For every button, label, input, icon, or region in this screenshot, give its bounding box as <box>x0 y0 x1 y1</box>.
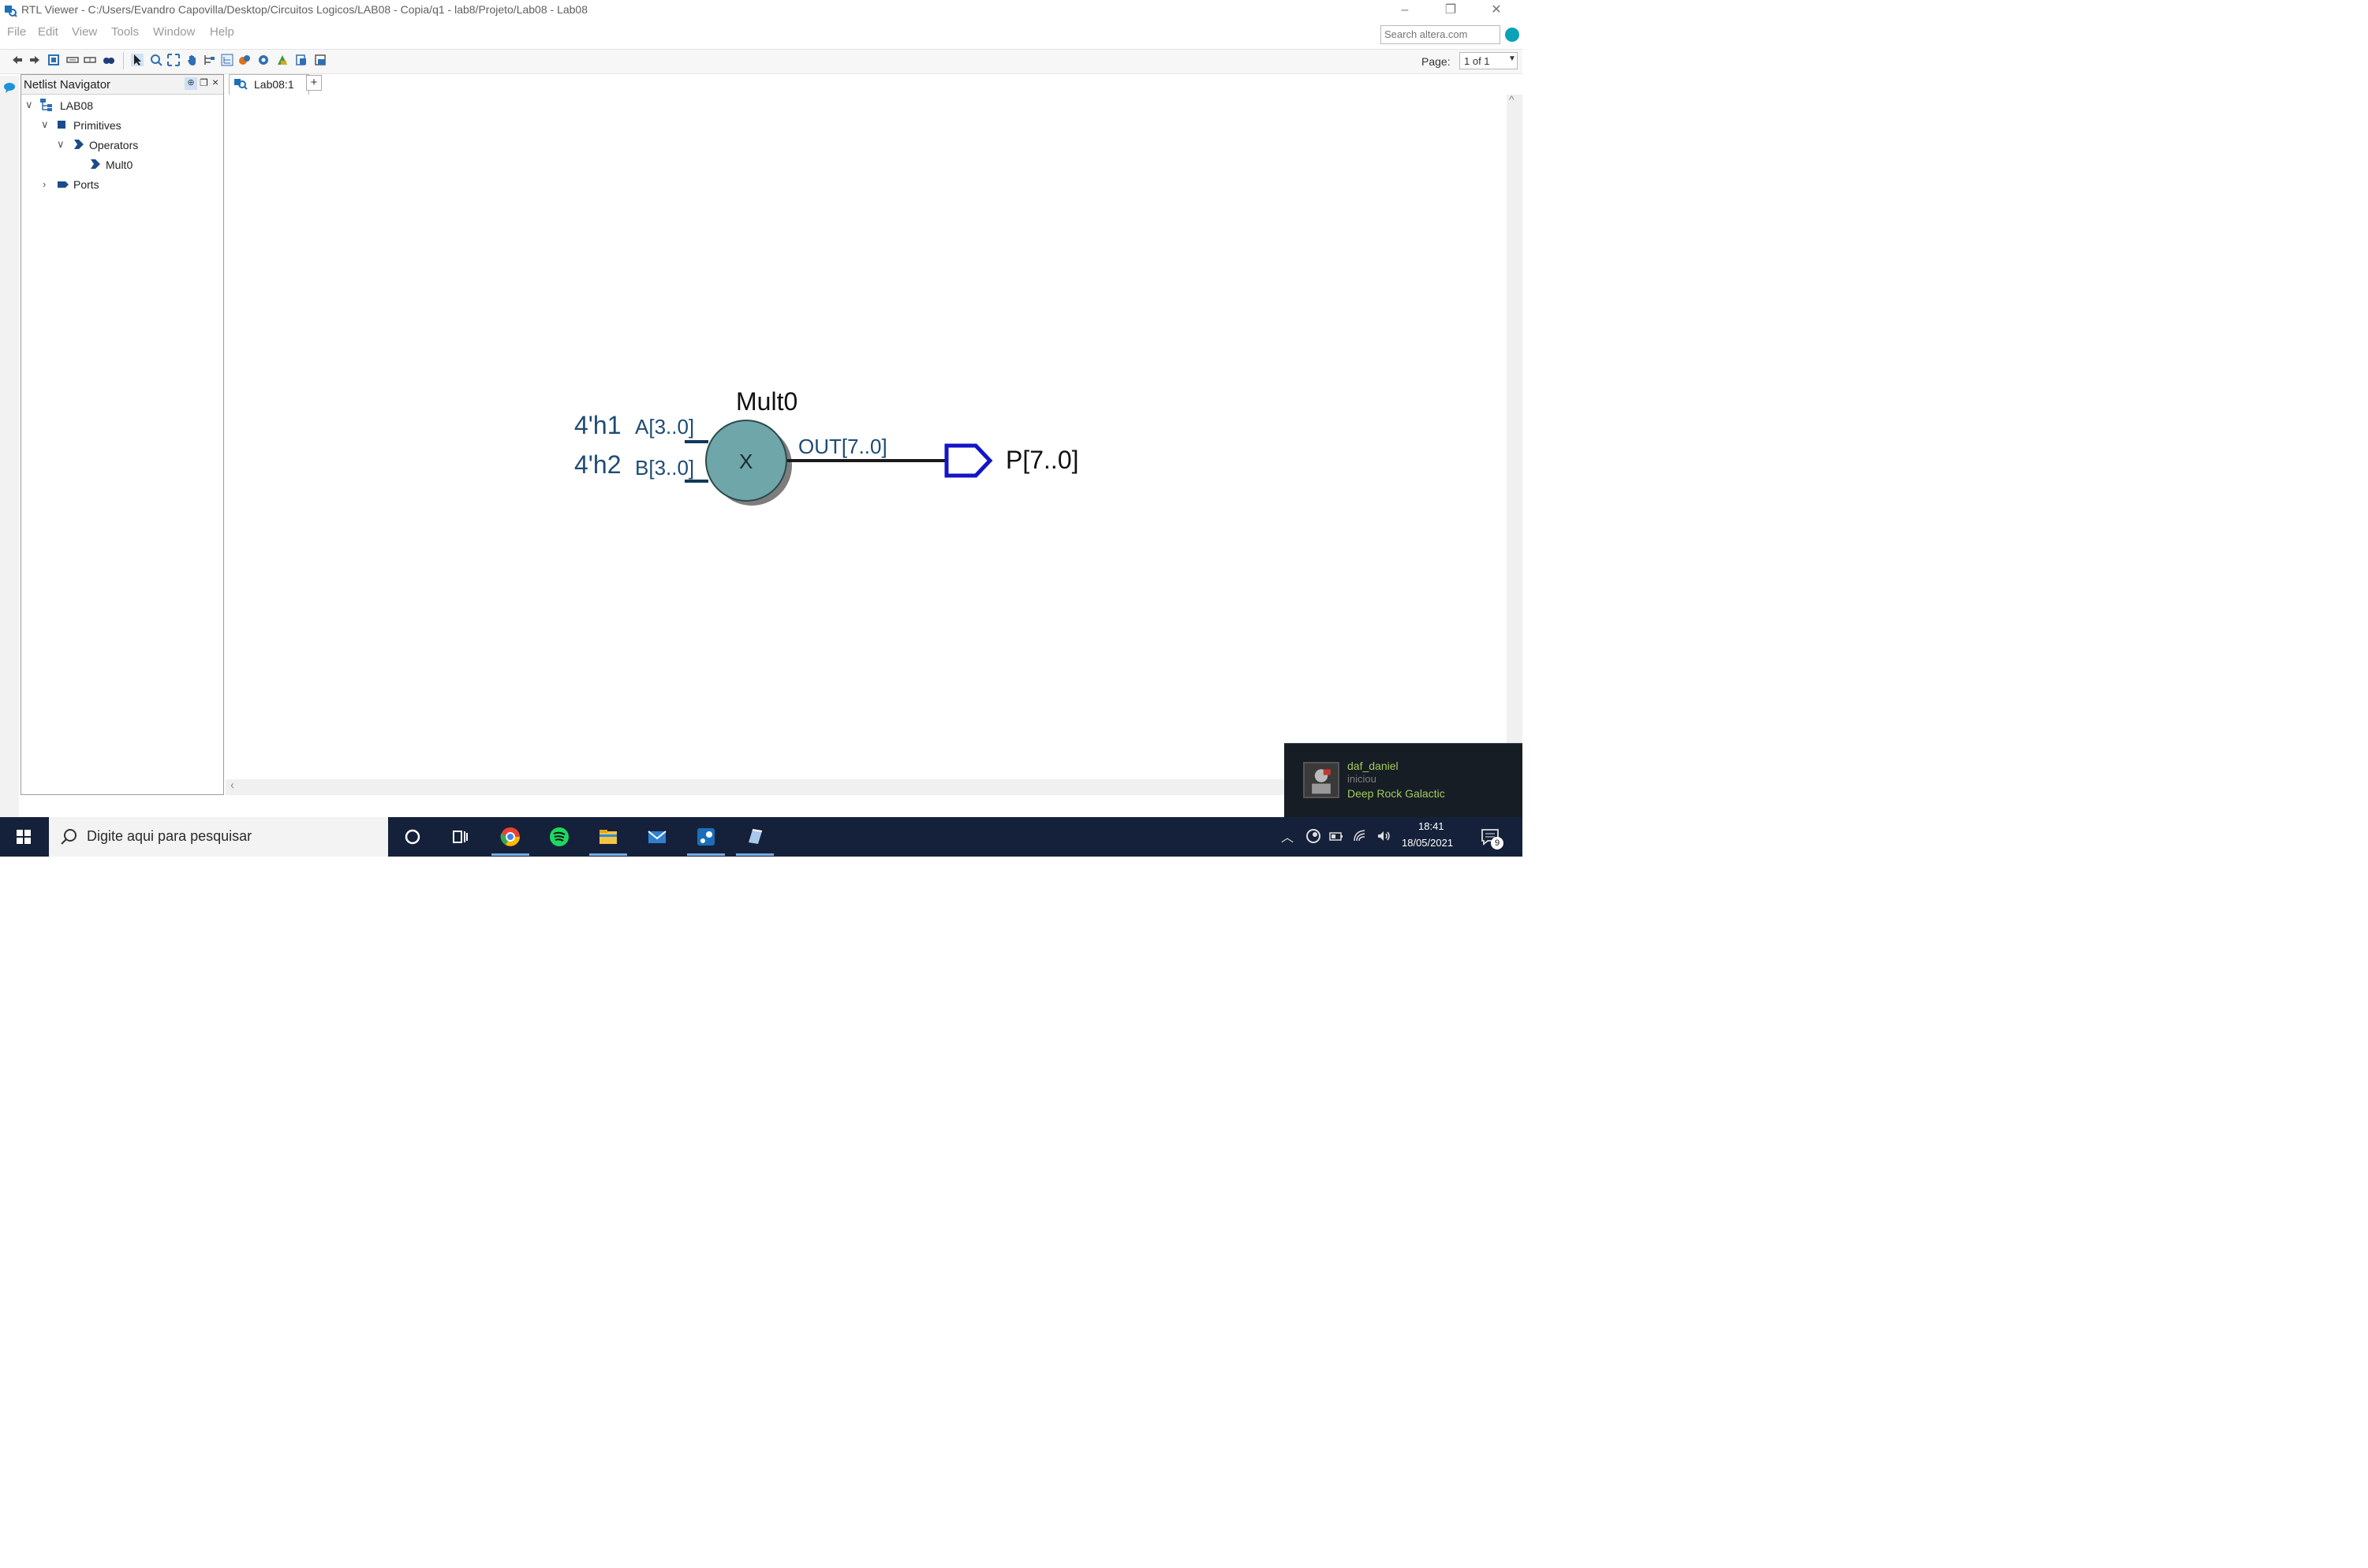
port-b-label: B[3..0] <box>635 456 694 480</box>
active-app-indicator <box>736 853 774 856</box>
constant-a: 4'h1 <box>574 411 622 439</box>
task-view-icon[interactable] <box>448 825 472 849</box>
clock-time[interactable]: 18:41 <box>1418 820 1444 832</box>
steam-icon[interactable] <box>694 825 718 849</box>
show-hidden-icons-icon[interactable]: ︿ <box>1281 827 1294 846</box>
file-explorer-icon[interactable] <box>596 825 620 849</box>
mail-icon[interactable] <box>645 825 669 849</box>
output-port-label: OUT[7..0] <box>798 435 887 458</box>
notification-action: iniciou <box>1347 773 1376 785</box>
steam-tray-icon[interactable] <box>1305 828 1321 844</box>
instance-name[interactable]: Mult0 <box>736 387 797 416</box>
chrome-icon[interactable] <box>499 825 522 849</box>
constant-b: 4'h2 <box>574 450 622 479</box>
user-avatar <box>1303 762 1339 798</box>
output-pin-shape[interactable] <box>944 443 993 478</box>
taskbar-search-placeholder[interactable]: Digite aqui para pesquisar <box>87 828 252 845</box>
notification-game: Deep Rock Galactic <box>1347 787 1445 800</box>
cortana-icon[interactable] <box>401 825 424 849</box>
output-pin-label[interactable]: P[7..0] <box>1006 446 1079 474</box>
active-app-indicator <box>491 853 529 856</box>
schematic-diagram: Mult0 4'h1 A[3..0] 4'h2 B[3..0] X OUT[7.… <box>574 387 1079 506</box>
desktop-screen: RTL Viewer - C:/Users/Evandro Capovilla/… <box>0 0 1522 857</box>
clock-date[interactable]: 18/05/2021 <box>1402 837 1453 849</box>
active-app-indicator <box>687 853 725 856</box>
port-a-label: A[3..0] <box>635 415 694 439</box>
quartus-icon[interactable] <box>743 825 767 849</box>
notification-count-badge: 9 <box>1491 837 1503 849</box>
wifi-icon[interactable] <box>1352 828 1368 844</box>
search-icon <box>61 829 77 845</box>
active-app-indicator <box>589 853 627 856</box>
windows-start-icon[interactable] <box>0 817 47 857</box>
operator-symbol: X <box>739 450 753 473</box>
battery-icon[interactable] <box>1328 828 1344 844</box>
volume-icon[interactable] <box>1376 828 1391 844</box>
spotify-icon[interactable] <box>547 825 571 849</box>
notification-username: daf_daniel <box>1347 760 1399 772</box>
